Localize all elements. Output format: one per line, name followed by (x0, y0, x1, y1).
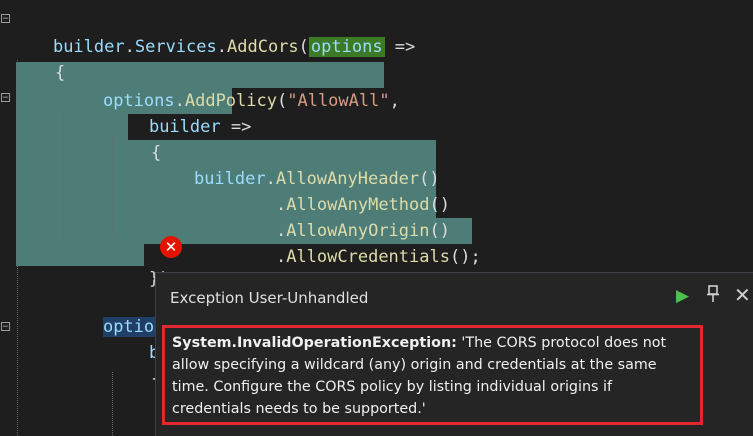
play-icon[interactable]: ▶ (676, 286, 689, 306)
exception-message-line: allow specifying a wildcard (any) origin… (172, 357, 657, 373)
code-line-1[interactable]: builder.Services.AddCors(options => (12, 8, 415, 57)
code-token: => (220, 117, 252, 137)
exception-message-line: time. Configure the CORS policy by listi… (172, 379, 613, 395)
error-icon[interactable]: ✕ (160, 236, 182, 258)
exception-message-line: credentials needs to be supported.' (172, 401, 426, 417)
indent-guide (17, 60, 18, 435)
fold-collapse-icon[interactable]: − (1, 322, 10, 332)
code-token: . (216, 37, 227, 57)
exception-message-box: System.InvalidOperationException: 'The C… (162, 325, 703, 425)
fold-collapse-icon[interactable]: − (1, 93, 10, 103)
exception-type: System.InvalidOperationException: (172, 335, 457, 351)
code-line-6[interactable]: builder.AllowAnyHeader() (153, 140, 440, 189)
code-token: . (275, 247, 287, 267)
exception-message-line: 'The CORS protocol does not (456, 335, 667, 351)
pin-icon-svg (707, 285, 719, 302)
highlighted-reference: options (308, 37, 385, 57)
code-token: Services (134, 37, 217, 57)
code-editor[interactable]: − − − builder.Services.AddCors(options =… (0, 0, 753, 436)
close-icon[interactable]: ✕ (734, 283, 751, 307)
code-line-2[interactable]: { (14, 34, 65, 83)
code-token: (); (449, 247, 481, 267)
code-token: "AllowAll" (287, 91, 390, 111)
code-line-7[interactable]: .AllowAnyMethod() (235, 166, 450, 215)
fold-collapse-icon[interactable]: − (1, 14, 10, 24)
code-token: => (384, 37, 416, 57)
code-token: , (389, 91, 400, 111)
code-line-8[interactable]: .AllowAnyOrigin() (235, 192, 450, 241)
code-token: ( (298, 37, 309, 57)
code-line-13[interactable]: { (110, 340, 161, 389)
popup-title: Exception User-Unhandled (170, 289, 369, 307)
pin-icon[interactable] (706, 285, 720, 308)
code-line-4[interactable]: builder => (108, 88, 251, 137)
exception-popup: Exception User-Unhandled ▶ ✕ System.Inva… (155, 272, 753, 436)
code-token: AddCors (227, 37, 299, 57)
code-line-5[interactable]: { (110, 114, 161, 163)
code-token: AllowCredentials (286, 247, 450, 267)
code-line-9[interactable]: .AllowCredentials(); (235, 218, 481, 267)
code-token: ( (276, 91, 288, 111)
code-line-3[interactable]: options.AddPolicy("AllowAll", (62, 62, 400, 111)
code-token: . (124, 37, 135, 57)
